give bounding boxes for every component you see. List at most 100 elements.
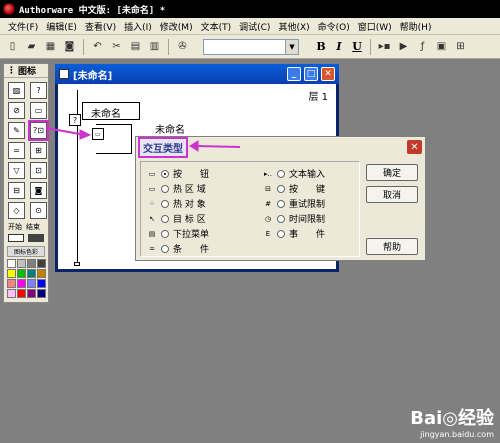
option-time-limit[interactable]: ◷ 时间限制 — [261, 212, 325, 225]
interaction-icon[interactable]: ?⊡ — [28, 120, 49, 141]
color-swatch[interactable] — [17, 269, 26, 278]
cancel-button[interactable]: 取消 — [366, 186, 418, 203]
menu-view[interactable]: 查看(V) — [81, 20, 120, 33]
italic-button[interactable]: I — [331, 40, 347, 53]
motion-icon[interactable]: ? — [30, 82, 47, 99]
framework-icon[interactable]: ⊞ — [30, 142, 47, 159]
option-target-area[interactable]: ↖ 目 标 区 — [145, 212, 206, 225]
radio-button-type[interactable] — [161, 169, 169, 178]
undo-icon[interactable]: ↶ — [89, 38, 106, 55]
menu-window[interactable]: 窗口(W) — [354, 20, 396, 33]
wait-icon[interactable]: ▭ — [30, 102, 47, 119]
digital-movie-icon[interactable]: ⊡ — [30, 162, 47, 179]
find-icon[interactable]: ✇ — [174, 38, 191, 55]
radio-pulldown-menu[interactable] — [161, 229, 169, 238]
radio-keypress[interactable] — [277, 184, 285, 193]
end-flag-icon[interactable] — [28, 234, 44, 242]
ok-button[interactable]: 确定 — [366, 164, 418, 181]
color-swatch[interactable] — [7, 269, 16, 278]
toolbar-separator — [370, 38, 371, 55]
option-event[interactable]: E 事 件 — [261, 227, 325, 240]
menu-commands[interactable]: 命令(O) — [314, 20, 354, 33]
color-swatch[interactable] — [27, 279, 36, 288]
new-icon[interactable]: ▯ — [4, 38, 21, 55]
option-text-entry[interactable]: ▸.. 文本输入 — [261, 167, 325, 180]
option-tries-limit[interactable]: # 重试限制 — [261, 197, 325, 210]
menu-file[interactable]: 文件(F) — [4, 20, 42, 33]
menu-text[interactable]: 文本(T) — [197, 20, 236, 33]
start-end-labels: 开始 结束 — [4, 219, 48, 232]
cut-icon[interactable]: ✂ — [108, 38, 125, 55]
save-all-icon[interactable]: ▦ — [42, 38, 59, 55]
option-pulldown-menu[interactable]: ▤ 下拉菜单 — [145, 227, 209, 240]
open-icon[interactable]: ▰ — [23, 38, 40, 55]
option-button[interactable]: ▭ 按 钮 — [145, 167, 209, 180]
control-panel-icon[interactable]: ▶ — [395, 38, 412, 55]
font-combo[interactable]: ▼ — [203, 38, 299, 55]
menu-edit[interactable]: 编辑(E) — [42, 20, 81, 33]
variables-icon[interactable]: ▣ — [433, 38, 450, 55]
keypress-icon: ⊟ — [265, 184, 271, 193]
menu-other[interactable]: 其他(X) — [274, 20, 313, 33]
radio-conditional[interactable] — [161, 244, 169, 253]
radio-hot-spot[interactable] — [161, 184, 169, 193]
functions-icon[interactable]: ƒ — [414, 38, 431, 55]
color-swatch[interactable] — [37, 279, 46, 288]
color-swatch[interactable] — [7, 259, 16, 268]
color-swatch[interactable] — [7, 279, 16, 288]
decision-point-icon[interactable]: ? — [69, 114, 81, 126]
underline-button[interactable]: U — [349, 40, 365, 53]
navigate-icon[interactable]: ✎ — [8, 122, 25, 139]
option-keypress[interactable]: ⊟ 按 键 — [261, 182, 325, 195]
knowledge-object-icon[interactable]: ⊙ — [30, 202, 47, 219]
start-flag-icon[interactable] — [8, 234, 24, 242]
option-label: 热 区 域 — [173, 185, 206, 195]
dialog-close-button[interactable]: ✕ — [407, 140, 422, 154]
minimize-button[interactable]: _ — [287, 67, 301, 81]
bold-button[interactable]: B — [313, 40, 329, 53]
option-conditional[interactable]: = 条 件 — [145, 242, 209, 255]
color-swatch[interactable] — [17, 289, 26, 298]
run-icon[interactable]: ▸▪ — [376, 38, 393, 55]
radio-text-entry[interactable] — [277, 169, 285, 178]
knowledge-objects-icon[interactable]: ⊞ — [452, 38, 469, 55]
display-icon[interactable]: ▨ — [8, 82, 25, 99]
menu-debug[interactable]: 调试(C) — [235, 20, 274, 33]
color-swatch[interactable] — [37, 259, 46, 268]
menu-help[interactable]: 帮助(H) — [396, 20, 436, 33]
dialog-title-bar[interactable]: 交互类型 — [136, 137, 425, 158]
color-swatch[interactable] — [27, 259, 36, 268]
help-button[interactable]: 帮助 — [366, 238, 418, 255]
color-swatch[interactable] — [7, 289, 16, 298]
option-hot-spot[interactable]: ▭ 热 区 域 — [145, 182, 206, 195]
paste-icon[interactable]: ▥ — [146, 38, 163, 55]
radio-target-area[interactable] — [161, 214, 169, 223]
color-swatch[interactable] — [27, 269, 36, 278]
radio-hot-object[interactable] — [161, 199, 169, 208]
menu-insert[interactable]: 插入(I) — [120, 20, 156, 33]
video-icon[interactable]: ◇ — [8, 202, 25, 219]
sound-icon[interactable]: ◙ — [30, 182, 47, 199]
calculation-icon[interactable]: = — [8, 142, 25, 159]
close-button[interactable]: ✕ — [321, 67, 335, 81]
radio-time-limit[interactable] — [277, 214, 285, 223]
maximize-button[interactable]: □ — [304, 67, 318, 81]
option-label: 目 标 区 — [173, 215, 206, 225]
chevron-down-icon[interactable]: ▼ — [285, 39, 298, 54]
color-swatch[interactable] — [17, 279, 26, 288]
copy-icon[interactable]: ▤ — [127, 38, 144, 55]
decision-icon[interactable]: ▽ — [8, 162, 25, 179]
interaction-flow-icon[interactable]: ▭ — [92, 128, 104, 140]
menu-modify[interactable]: 修改(M) — [156, 20, 197, 33]
color-swatch[interactable] — [17, 259, 26, 268]
color-swatch[interactable] — [37, 269, 46, 278]
flowline-window-title-bar[interactable]: [未命名] _ □ ✕ — [55, 64, 339, 84]
color-swatch[interactable] — [27, 289, 36, 298]
option-hot-object[interactable]: ⁘ 热 对 象 — [145, 197, 206, 210]
erase-icon[interactable]: ⊘ — [8, 102, 25, 119]
color-swatch[interactable] — [37, 289, 46, 298]
import-icon[interactable]: ◙ — [61, 38, 78, 55]
map-icon[interactable]: ⊟ — [8, 182, 25, 199]
radio-event[interactable] — [277, 229, 285, 238]
radio-tries-limit[interactable] — [277, 199, 285, 208]
